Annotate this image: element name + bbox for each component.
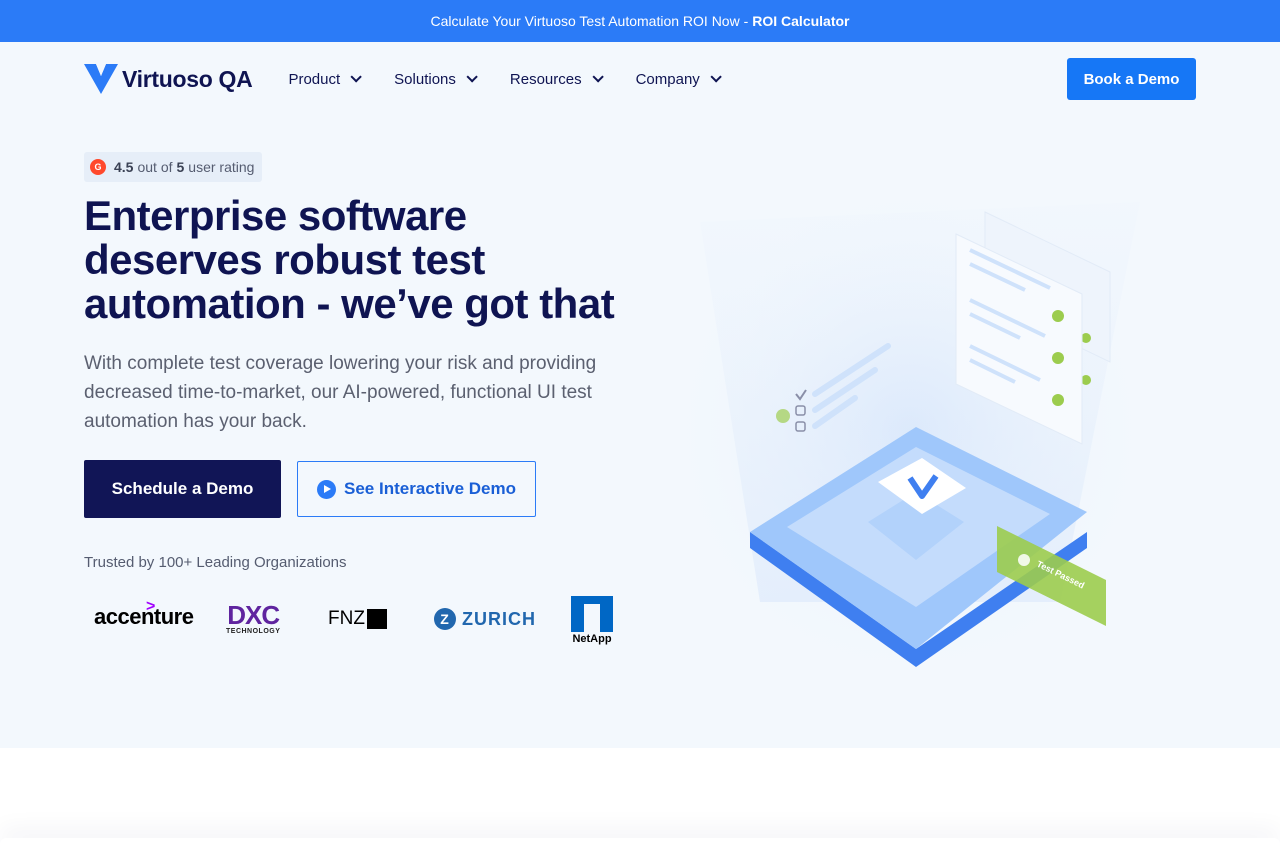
- netapp-wordmark: NetApp: [572, 633, 612, 645]
- book-demo-button[interactable]: Book a Demo: [1067, 58, 1196, 100]
- nav-item-label: Solutions: [394, 70, 456, 88]
- main-nav: Virtuoso QA Product Solutions Resources …: [84, 58, 1196, 100]
- fnz-wordmark: FNZ: [328, 608, 365, 629]
- rating-suffix: user rating: [188, 159, 255, 175]
- netapp-logo: NetApp: [571, 596, 613, 645]
- schedule-demo-button[interactable]: Schedule a Demo: [84, 460, 281, 518]
- nav-item-solutions[interactable]: Solutions: [394, 70, 478, 88]
- platform-illustration: Test Passed: [660, 172, 1160, 692]
- next-section-card: [0, 838, 1280, 853]
- zurich-logo: Z ZURICH: [434, 608, 536, 630]
- accenture-wordmark: accenture: [94, 604, 194, 629]
- dxc-logo: DXC TECHNOLOGY: [226, 602, 280, 635]
- dxc-subtitle: TECHNOLOGY: [226, 628, 281, 635]
- interactive-demo-label: See Interactive Demo: [344, 479, 516, 498]
- brand-name: Virtuoso QA: [122, 65, 253, 92]
- hero-subtext: With complete test coverage lowering you…: [84, 353, 597, 432]
- announcement-bar: Calculate Your Virtuoso Test Automation …: [0, 0, 1280, 42]
- rating-out-of: out of: [137, 159, 173, 175]
- nav-item-label: Company: [635, 70, 700, 88]
- fnz-block-icon: [366, 609, 387, 629]
- rating-max: 5: [176, 159, 185, 175]
- chevron-down-icon: [350, 71, 362, 83]
- nav-item-company[interactable]: Company: [635, 70, 722, 88]
- chevron-down-icon: [710, 71, 722, 83]
- virtuoso-v-icon: [84, 64, 118, 94]
- roi-calculator-link[interactable]: ROI Calculator: [752, 13, 849, 29]
- trusted-label: Trusted by 100+ Leading Organizations: [84, 554, 347, 571]
- announcement-text: Calculate Your Virtuoso Test Automation …: [430, 13, 749, 29]
- chevron-down-icon: [466, 71, 478, 83]
- netapp-n-icon: [571, 596, 613, 632]
- zurich-z-icon: Z: [434, 608, 456, 630]
- rating-badge: G 4.5 out of 5 user rating: [84, 152, 263, 182]
- customer-logos: > accenture DXC TECHNOLOGY FNZ Z ZURICH …: [84, 594, 624, 650]
- play-icon: [317, 479, 337, 499]
- nav-menu: Product Solutions Resources Company: [288, 71, 753, 88]
- nav-item-label: Product: [288, 70, 341, 88]
- interactive-demo-button[interactable]: See Interactive Demo: [297, 461, 536, 517]
- hero-headline: Enterprise software deserves robust test…: [84, 192, 615, 327]
- hero-section: Virtuoso QA Product Solutions Resources …: [0, 42, 1280, 748]
- zurich-wordmark: ZURICH: [462, 608, 536, 629]
- rating-score: 4.5: [114, 159, 134, 175]
- dxc-wordmark: DXC: [227, 600, 280, 630]
- g2-icon: G: [90, 159, 106, 175]
- virtuoso-logo[interactable]: Virtuoso QA: [84, 58, 253, 100]
- accenture-logo: > accenture: [94, 598, 194, 630]
- nav-item-label: Resources: [509, 70, 582, 88]
- fnz-logo: FNZ: [328, 608, 387, 630]
- nav-item-resources[interactable]: Resources: [509, 70, 604, 88]
- accenture-chevron-icon: >: [146, 598, 155, 615]
- nav-item-product[interactable]: Product: [288, 70, 362, 88]
- chevron-down-icon: [592, 71, 604, 83]
